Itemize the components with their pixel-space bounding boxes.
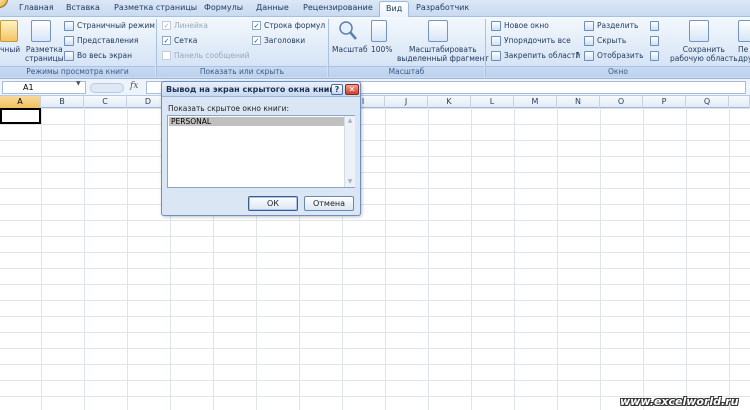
column-headers: A B C D E F G H I J K L M N O P Q: [0, 96, 750, 108]
active-cell[interactable]: [0, 108, 41, 124]
scrollbar[interactable]: ▲ ▼: [344, 116, 355, 187]
page-break-button[interactable]: Страничный режим: [77, 21, 155, 30]
list-item[interactable]: PERSONAL: [169, 117, 344, 126]
message-bar-label: Панель сообщений: [174, 51, 250, 60]
hide-window-button[interactable]: Скрыть: [597, 36, 626, 45]
headings-label: Заголовки: [264, 36, 306, 45]
cancel-button[interactable]: Отмена: [304, 196, 354, 211]
column-header[interactable]: P: [643, 96, 686, 108]
formula-bar-label: Строка формул: [264, 21, 326, 30]
column-header[interactable]: M: [514, 96, 557, 108]
zoom-100-button[interactable]: 100%: [371, 45, 392, 54]
save-workspace-icon[interactable]: [689, 20, 709, 42]
group-label-zoom: Масштаб: [329, 66, 484, 77]
ribbon: чный Разметка страницы Страничный режим …: [0, 17, 750, 79]
page-break-icon[interactable]: [64, 21, 74, 31]
group-label-show-hide: Показать или скрыть: [157, 66, 327, 77]
page-layout-icon[interactable]: [31, 20, 51, 42]
tab-data[interactable]: Данные: [256, 3, 289, 12]
column-header[interactable]: O: [600, 96, 643, 108]
arrange-all-button[interactable]: Упорядочить все: [504, 36, 571, 45]
tab-developer[interactable]: Разработчик: [416, 3, 469, 12]
arrange-all-icon[interactable]: [491, 36, 501, 46]
page-layout-label[interactable]: Разметка страницы: [25, 45, 64, 63]
column-header[interactable]: K: [428, 96, 471, 108]
help-button[interactable]: ?: [331, 84, 343, 95]
tab-formulas[interactable]: Формулы: [204, 3, 243, 12]
sync-scroll-icon[interactable]: [650, 36, 659, 46]
column-header[interactable]: L: [471, 96, 514, 108]
reset-position-icon[interactable]: [650, 51, 659, 61]
insert-function-icon[interactable]: fx: [130, 81, 138, 91]
column-header[interactable]: A: [0, 96, 41, 108]
worksheet-grid[interactable]: A B C D E F G H I J K L M N O P Q: [0, 96, 750, 410]
normal-view-icon[interactable]: [0, 20, 18, 42]
freeze-panes-icon[interactable]: [491, 51, 501, 61]
freeze-panes-button[interactable]: Закрепить области: [504, 51, 580, 60]
column-header[interactable]: [729, 96, 750, 108]
tab-view[interactable]: Вид: [379, 1, 410, 18]
ruler-checkbox[interactable]: ✓: [162, 21, 171, 30]
split-icon[interactable]: [584, 21, 594, 31]
scroll-up-icon[interactable]: ▲: [346, 117, 354, 125]
column-header[interactable]: N: [557, 96, 600, 108]
switch-windows-button[interactable]: Пе друг: [738, 45, 750, 63]
scroll-down-icon[interactable]: ▼: [346, 178, 354, 186]
tab-home[interactable]: Главная: [19, 3, 54, 12]
name-box-dropdown-icon[interactable]: ▼: [76, 80, 81, 87]
watermark: www.excelworld.ru: [620, 395, 739, 408]
normal-view-label[interactable]: чный: [0, 45, 20, 54]
close-button[interactable]: ✕: [345, 84, 359, 95]
ribbon-tabs: Главная Вставка Разметка страницы Формул…: [0, 0, 750, 18]
hide-window-icon[interactable]: [584, 36, 594, 46]
zoom-100-icon[interactable]: [371, 20, 387, 42]
column-header[interactable]: C: [84, 96, 127, 108]
column-header[interactable]: J: [385, 96, 428, 108]
zoom-icon[interactable]: [338, 20, 358, 42]
chevron-down-icon[interactable]: ▾: [576, 50, 579, 57]
split-button[interactable]: Разделить: [597, 21, 638, 30]
switch-windows-icon[interactable]: [738, 20, 750, 42]
new-window-button[interactable]: Новое окно: [504, 21, 549, 30]
formula-bar: A1 ▼ fx: [0, 79, 750, 96]
tab-review[interactable]: Рецензирование: [303, 3, 373, 12]
workbook-list[interactable]: PERSONAL ▲ ▼: [167, 115, 355, 188]
unhide-window-icon[interactable]: [584, 51, 594, 61]
column-header[interactable]: B: [41, 96, 84, 108]
tab-insert[interactable]: Вставка: [66, 3, 100, 12]
group-label-window: Окно: [486, 66, 750, 77]
cell-area[interactable]: [0, 108, 750, 410]
full-screen-button[interactable]: Во весь экран: [77, 51, 132, 60]
office-button[interactable]: [0, 0, 8, 8]
dialog-label: Показать скрытое окно книги:: [168, 104, 290, 113]
zoom-button[interactable]: Масштаб: [332, 45, 368, 54]
zoom-selection-icon[interactable]: [428, 20, 448, 42]
unhide-dialog: Вывод на экран скрытого окна книги ? ✕ П…: [161, 81, 361, 216]
formula-bar-handle[interactable]: [90, 83, 124, 93]
column-header[interactable]: Q: [686, 96, 729, 108]
ruler-label: Линейка: [174, 21, 209, 30]
name-box[interactable]: A1: [2, 81, 86, 94]
unhide-window-button[interactable]: Отобразить: [597, 51, 644, 60]
tab-page-layout[interactable]: Разметка страницы: [114, 3, 197, 12]
gridlines-checkbox[interactable]: ✓: [162, 36, 171, 45]
group-label-views: Режимы просмотра книги: [0, 66, 155, 77]
custom-views-icon[interactable]: [64, 36, 74, 46]
formula-bar-checkbox[interactable]: ✓: [252, 21, 261, 30]
view-side-by-side-icon[interactable]: [650, 21, 659, 31]
save-workspace-button[interactable]: Сохранить рабочую область: [670, 45, 738, 63]
new-window-icon[interactable]: [491, 21, 501, 31]
full-screen-icon[interactable]: [64, 51, 74, 61]
custom-views-button[interactable]: Представления: [77, 36, 138, 45]
headings-checkbox[interactable]: ✓: [252, 36, 261, 45]
gridlines-label: Сетка: [174, 36, 198, 45]
message-bar-checkbox[interactable]: [162, 51, 171, 60]
zoom-selection-button[interactable]: Масштабировать выделенный фрагмент: [397, 45, 489, 63]
ok-button[interactable]: ОК: [248, 196, 298, 211]
